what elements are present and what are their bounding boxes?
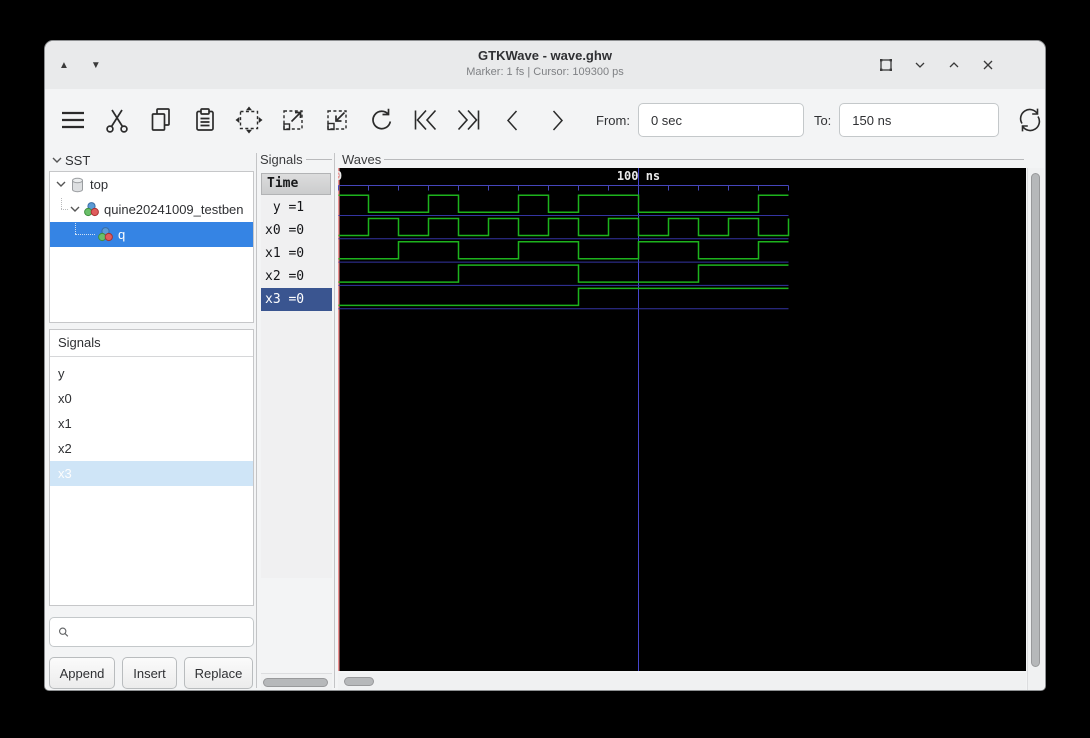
waves-vscrollbar[interactable] — [1027, 168, 1044, 690]
names-frame-label: Signals — [260, 151, 332, 167]
names-hscrollbar-thumb[interactable] — [263, 678, 328, 687]
toolbar: From: To: — [45, 89, 1045, 151]
list-item-x2[interactable]: x2 — [50, 436, 253, 461]
insert-button[interactable]: Insert — [122, 657, 177, 689]
tree-row-top[interactable]: top — [50, 172, 253, 197]
svg-text:0: 0 — [338, 169, 342, 183]
svg-text:100 ns: 100 ns — [617, 169, 660, 183]
names-frame-text: Signals — [260, 151, 303, 167]
paste-icon[interactable] — [190, 105, 220, 135]
fit-window-icon[interactable] — [877, 56, 895, 74]
chevron-down-icon[interactable] — [911, 56, 929, 74]
expander-chevron-icon[interactable] — [69, 202, 81, 217]
signal-name-x2[interactable]: x2 =0 — [261, 265, 332, 288]
sst-tree: top quine20241009_testben q — [49, 171, 254, 323]
waves-hscrollbar[interactable] — [338, 673, 1026, 690]
sst-header-label: SST — [65, 152, 91, 168]
tree-label: quine20241009_testben — [104, 202, 244, 217]
replace-button[interactable]: Replace — [184, 657, 253, 689]
to-input[interactable] — [839, 103, 1000, 137]
zoom-out-icon[interactable] — [278, 105, 308, 135]
undo-icon[interactable] — [366, 105, 396, 135]
from-label: From: — [596, 112, 630, 128]
cut-icon[interactable] — [102, 105, 132, 135]
pane-splitter[interactable] — [256, 153, 257, 688]
time-header: Time — [261, 173, 331, 195]
sst-header[interactable]: SST — [51, 151, 90, 169]
waves-vscrollbar-thumb[interactable] — [1031, 173, 1040, 667]
skip-to-end-icon[interactable] — [454, 105, 484, 135]
signal-name-x0[interactable]: x0 =0 — [261, 219, 332, 242]
to-label: To: — [813, 112, 832, 128]
reload-icon[interactable] — [1015, 105, 1045, 135]
signal-name-y[interactable]: y =1 — [261, 196, 332, 219]
append-button[interactable]: Append — [49, 657, 115, 689]
copy-icon[interactable] — [146, 105, 176, 135]
gtkwave-window: ▲ ▼ GTKWave - wave.ghw Marker: 1 fs | Cu… — [44, 40, 1046, 691]
shade-up-icon[interactable]: ▲ — [59, 60, 69, 71]
menu-icon[interactable] — [58, 105, 88, 135]
signals-list-header: Signals — [50, 330, 253, 357]
prev-edge-icon[interactable] — [498, 105, 528, 135]
from-input[interactable] — [637, 103, 804, 137]
process-icon — [98, 227, 113, 242]
main-area: SST top quine20241009_testben q Signals … — [45, 151, 1045, 690]
desktop: { "window": { "title": "GTKWave - wave.g… — [0, 0, 1090, 738]
signal-name-x1[interactable]: x1 =0 — [261, 242, 332, 265]
signal-name-x3[interactable]: x3 =0 — [261, 288, 332, 312]
waves-hscrollbar-thumb[interactable] — [344, 677, 374, 686]
shade-down-icon[interactable]: ▼ — [91, 60, 101, 71]
tree-row-testbench[interactable]: quine20241009_testben — [50, 197, 253, 222]
chevron-up-icon[interactable] — [945, 56, 963, 74]
wave-plot: 0 100 ns — [335, 168, 790, 671]
wave-canvas[interactable]: 0 100 ns — [335, 168, 1026, 671]
close-icon[interactable] — [979, 56, 997, 74]
waves-frame-text: Waves — [342, 151, 382, 167]
tree-row-q[interactable]: q — [50, 222, 253, 247]
pane-splitter[interactable] — [334, 153, 335, 688]
list-item-y[interactable]: y — [50, 361, 253, 386]
search-input[interactable] — [69, 619, 253, 645]
process-icon — [84, 202, 99, 217]
zoom-fit-icon[interactable] — [234, 105, 264, 135]
expander-chevron-icon[interactable] — [55, 177, 67, 192]
expander-chevron-icon[interactable] — [51, 153, 63, 168]
tree-label: top — [90, 177, 109, 192]
module-icon — [72, 177, 83, 192]
list-item-x0[interactable]: x0 — [50, 386, 253, 411]
waves-frame-label: Waves — [342, 151, 1025, 167]
signal-search — [49, 617, 254, 647]
zoom-in-icon[interactable] — [322, 105, 352, 135]
names-hscrollbar[interactable] — [261, 673, 332, 690]
search-icon — [59, 627, 69, 637]
tree-label: q — [118, 227, 126, 242]
signals-list-panel: Signals y x0 x1 x2 x3 — [49, 329, 254, 606]
next-edge-icon[interactable] — [542, 105, 572, 135]
skip-to-start-icon[interactable] — [410, 105, 440, 135]
list-item-x3[interactable]: x3 — [50, 461, 253, 486]
titlebar[interactable]: ▲ ▼ GTKWave - wave.ghw Marker: 1 fs | Cu… — [45, 41, 1045, 90]
list-item-x1[interactable]: x1 — [50, 411, 253, 436]
